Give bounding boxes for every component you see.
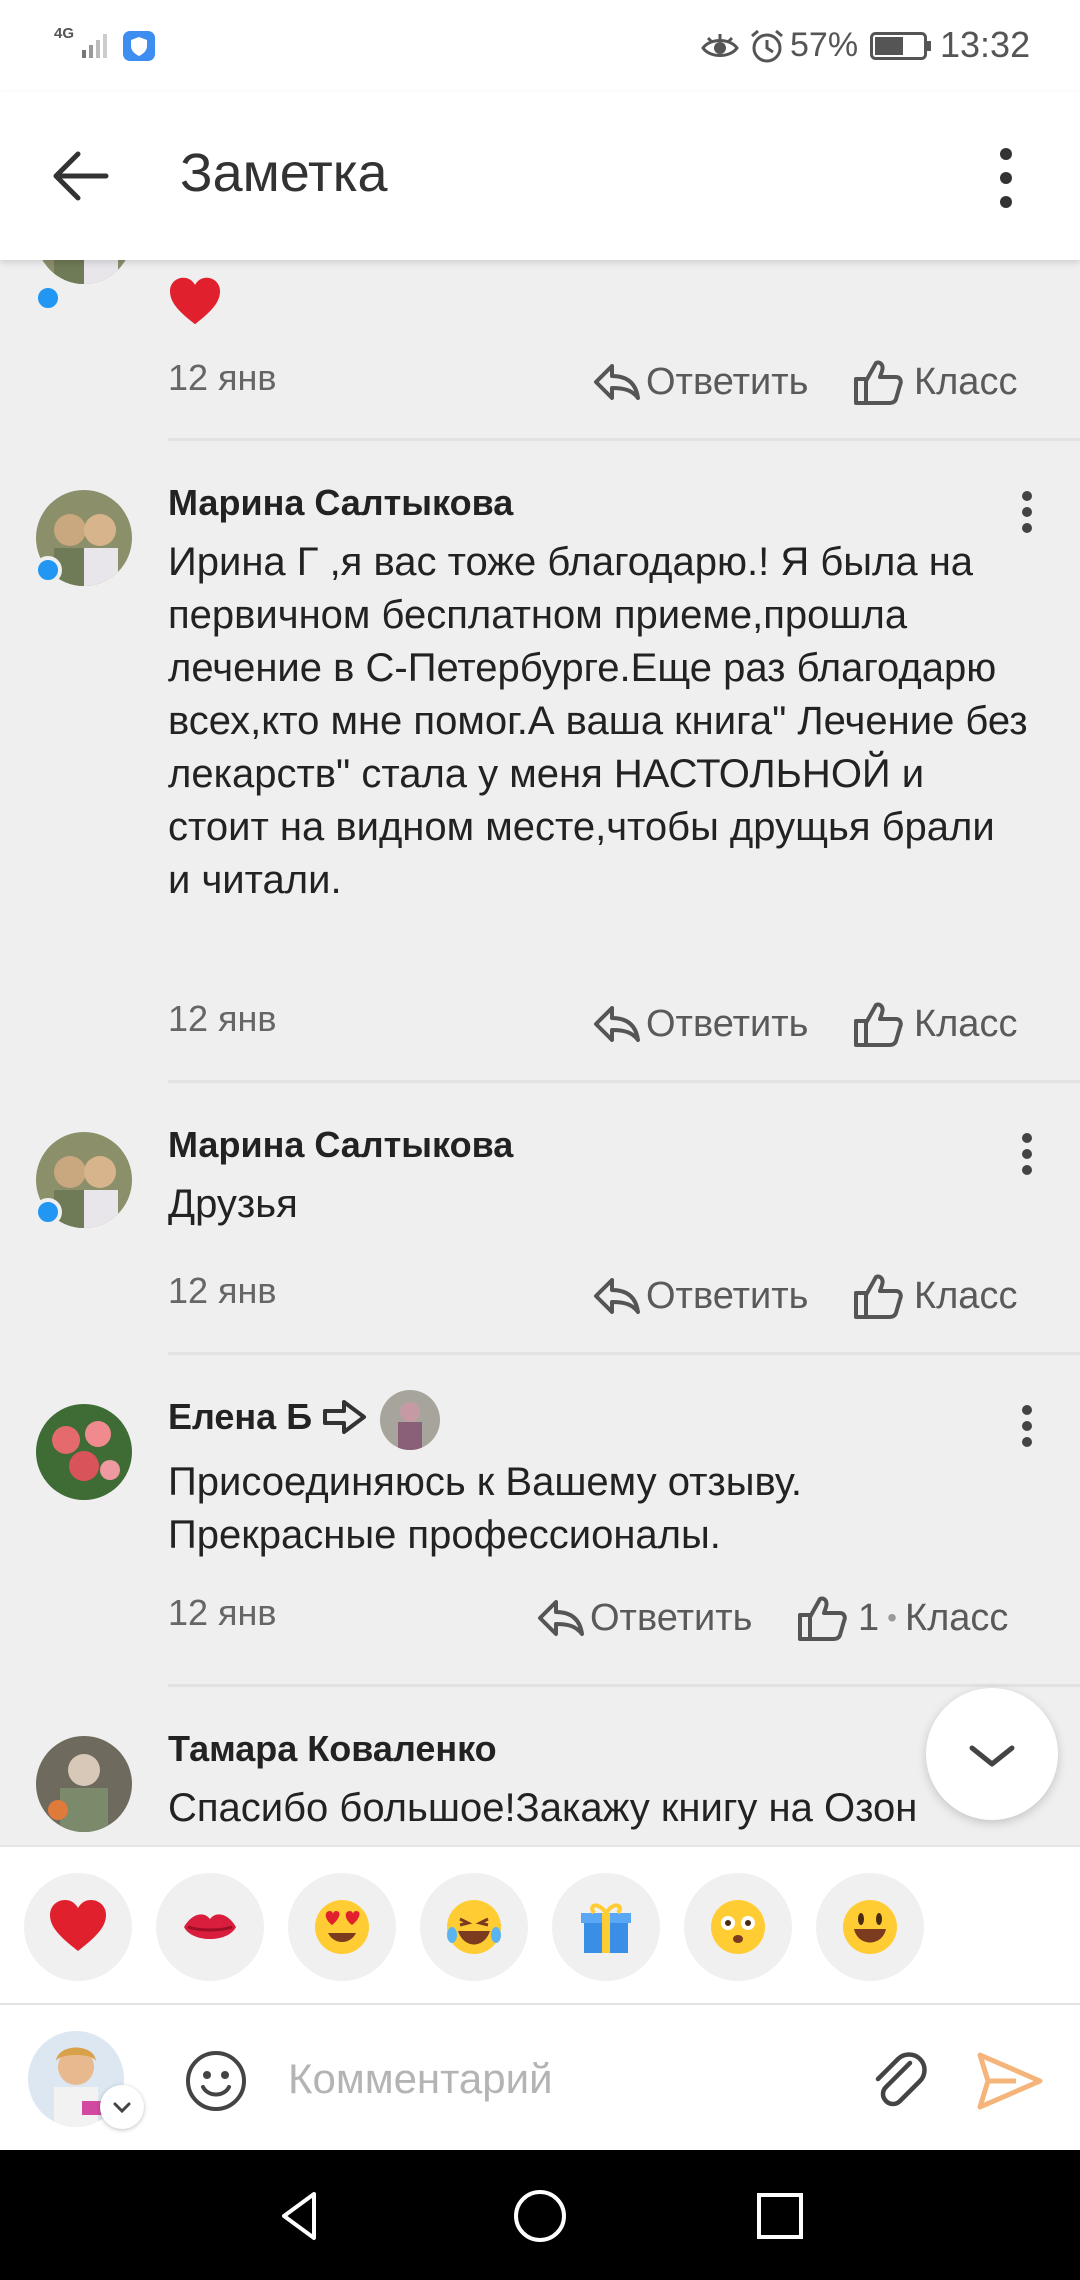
comment-author[interactable]: Елена Б [168,1396,312,1438]
battery-icon [870,32,931,60]
comment-menu-icon[interactable] [1012,1124,1042,1184]
chevron-down-icon [113,2102,131,2114]
gift-emoji [581,1903,631,1953]
online-indicator [34,556,62,584]
kiss-emoji-button[interactable] [156,1873,264,1981]
reply-icon [594,1278,640,1314]
top-app-bar: Заметка [0,92,1080,260]
reply-label: Ответить [590,1596,753,1639]
status-bar: 4G 57% 13:32 [0,0,1080,92]
like-button[interactable]: 1 • Класс [796,1592,1008,1644]
divider [168,1352,1080,1355]
comment-text: Ирина Г ,я вас тоже благодарю.! Я была н… [168,540,1028,902]
network-type: 4G [54,25,75,42]
forward-arrow-icon [323,1400,366,1434]
emoji-picker-icon[interactable] [184,2049,248,2113]
smiley-emoji [843,1900,897,1954]
like-label: Класс [914,1002,1018,1045]
scroll-down-button[interactable] [926,1688,1058,1820]
heart-emoji [50,1900,106,1951]
reply-button[interactable]: Ответить [592,1270,808,1322]
divider [168,1684,1080,1687]
gift-emoji-button[interactable] [552,1873,660,1981]
comment-menu-icon[interactable] [1012,1396,1042,1456]
signal-icon [82,34,107,58]
attach-icon[interactable] [866,2045,930,2115]
back-arrow-icon[interactable] [44,138,120,214]
send-icon[interactable] [976,2049,1044,2113]
divider [168,438,1080,441]
laughing-tears-emoji-button[interactable] [420,1873,528,1981]
avatar[interactable] [36,1736,132,1832]
comment-date: 12 янв [168,357,277,398]
comment-text: Присоединяюсь к Вашему отзыву. Прекрасны… [168,1460,802,1557]
comment-date: 12 янв [168,1270,277,1311]
like-label: Класс [914,1274,1018,1317]
eye-comfort-icon [701,34,739,57]
comments-feed[interactable]: 12 янв Ответить Класс Марина Салтыкова И… [0,260,1080,1845]
comment-text: Друзья [168,1182,298,1226]
like-count: 1 [858,1596,880,1639]
flushed-emoji [711,1900,765,1954]
heart-eyes-emoji [315,1900,369,1954]
like-label: Класс [914,360,1018,403]
more-vert-icon[interactable] [984,138,1028,218]
thumbs-up-icon [854,360,903,405]
reply-button[interactable]: Ответить [592,998,808,1050]
thumbs-up-icon [854,1274,903,1319]
laughing-tears-emoji [447,1900,501,1954]
avatar[interactable] [36,1404,132,1500]
reply-label: Ответить [646,1274,809,1317]
reply-button[interactable]: Ответить [536,1592,752,1644]
alarm-icon [751,29,783,63]
home-circle-icon[interactable] [510,2186,570,2246]
like-label: Класс [904,1596,1009,1639]
thumbs-up-icon [854,1002,903,1047]
like-button[interactable]: Класс [852,356,1017,408]
reply-icon [594,1006,640,1042]
reply-button[interactable]: Ответить [592,356,808,408]
recents-square-icon[interactable] [750,2186,810,2246]
like-button[interactable]: Класс [852,1270,1017,1322]
recipient-avatar[interactable] [380,1390,440,1450]
battery-percent: 57% [790,26,859,64]
shield-icon [123,31,155,61]
like-separator: • [887,1602,897,1633]
comment-input[interactable]: Комментарий [288,2055,553,2103]
clock: 13:32 [940,24,1031,65]
comment-author[interactable]: Марина Салтыкова [168,482,513,524]
reply-label: Ответить [646,1002,809,1045]
comment-date: 12 янв [168,998,277,1039]
heart-emoji-button[interactable] [24,1873,132,1981]
smiley-emoji-button[interactable] [816,1873,924,1981]
heart-emoji [170,277,220,325]
online-indicator [34,1198,62,1226]
comment-date: 12 янв [168,1592,277,1633]
like-button[interactable]: Класс [852,998,1017,1050]
comment-input-bar: Комментарий [0,2003,1080,2150]
heart-eyes-emoji-button[interactable] [288,1873,396,1981]
divider [168,1080,1080,1083]
system-navigation-bar [0,2150,1080,2280]
reply-icon [594,364,640,400]
reply-icon [538,1600,584,1636]
account-switch-button[interactable] [100,2085,144,2129]
comment-author[interactable]: Тамара Коваленко [168,1728,497,1770]
comment-menu-icon[interactable] [1012,482,1042,542]
thumbs-up-icon [798,1596,847,1641]
page-title: Заметка [180,143,388,203]
emoji-tray [0,1845,1080,2003]
online-indicator [34,284,62,312]
back-triangle-icon[interactable] [270,2186,330,2246]
chevron-down-icon [969,1745,1015,1767]
reply-label: Ответить [646,360,809,403]
comment-author[interactable]: Марина Салтыкова [168,1124,513,1166]
avatar[interactable] [36,260,132,284]
flushed-emoji-button[interactable] [684,1873,792,1981]
kiss-emoji [184,1914,236,1939]
